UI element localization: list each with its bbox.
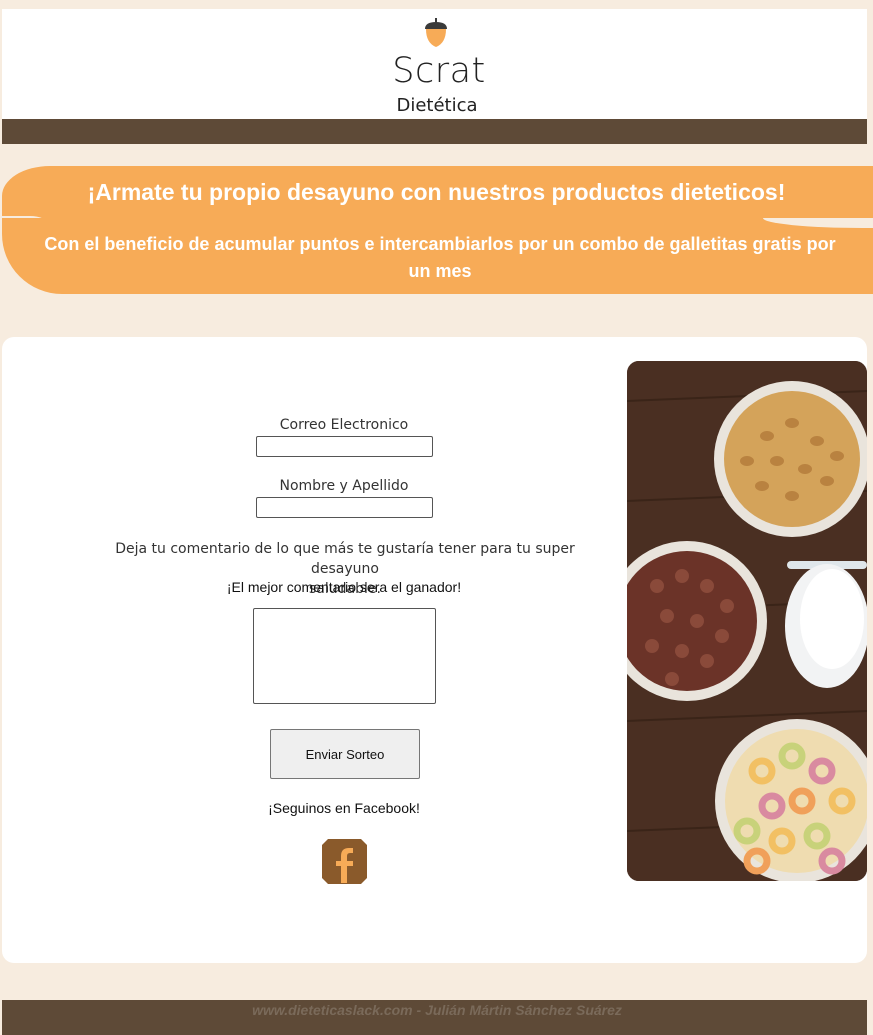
facebook-icon[interactable] [322, 839, 367, 884]
site-footer: www.dieteticaslack.com - Julián Mártin S… [2, 1000, 867, 1035]
email-label: Correo Electronico [279, 417, 409, 433]
banner-subtitle: Con el beneficio de acumular puntos e in… [10, 231, 870, 285]
acorn-icon [425, 18, 447, 47]
site-header: Scrat Dietética [2, 9, 867, 119]
submit-button[interactable]: Enviar Sorteo [270, 729, 420, 779]
comment-prompt-line1: Deja tu comentario de lo que más te gust… [115, 541, 575, 577]
header-bar [2, 119, 867, 144]
name-field[interactable] [256, 497, 433, 518]
comment-highlight: ¡El mejor comentario sera el ganador! [226, 579, 462, 595]
facebook-text: ¡Seguinos en Facebook! [268, 800, 420, 816]
brand-subtitle: Dietética [396, 95, 478, 116]
email-field[interactable] [256, 436, 433, 457]
banner-subtitle-line1: Con el beneficio de acumular puntos e in… [44, 234, 836, 254]
comment-textarea[interactable] [253, 608, 436, 704]
banner-title: ¡Armate tu propio desayuno con nuestros … [87, 179, 786, 205]
brand-name: Scrat [392, 51, 486, 91]
logo[interactable]: Scrat Dietética [389, 17, 489, 116]
footer-text: www.dieteticaslack.com - Julián Mártin S… [252, 1002, 622, 1018]
banner-subtitle-line2: un mes [408, 261, 472, 281]
contest-card: Correo Electronico Nombre y Apellido Dej… [2, 337, 867, 963]
name-label: Nombre y Apellido [279, 478, 409, 494]
cereal-photo [627, 361, 867, 881]
